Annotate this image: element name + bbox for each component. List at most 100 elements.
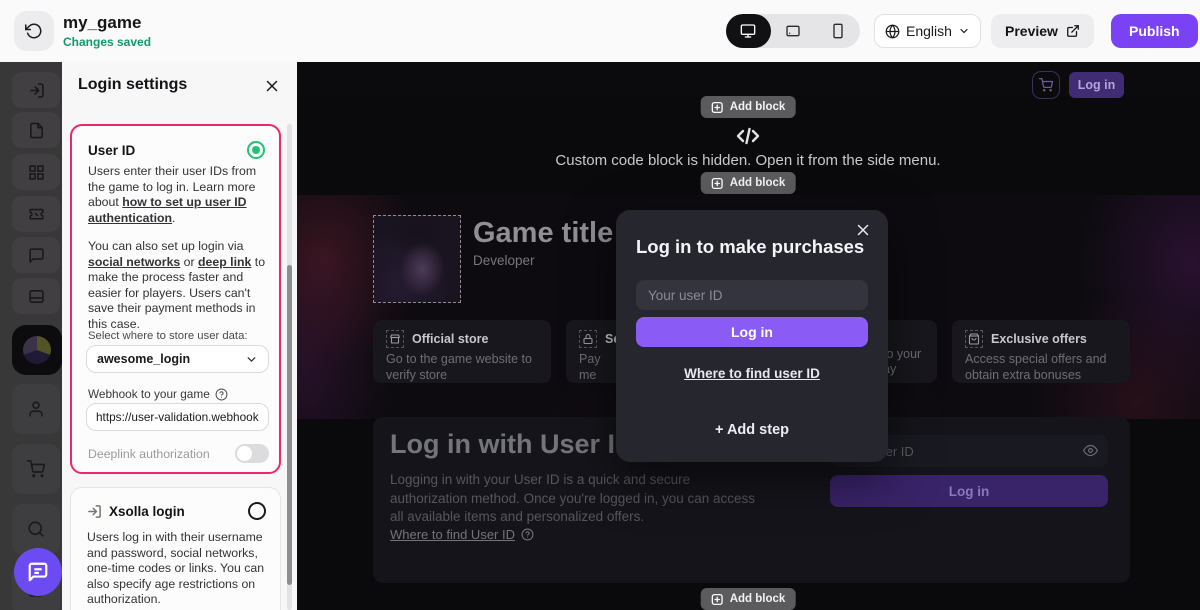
- store-data-select-value: awesome_login: [97, 352, 191, 366]
- section-title: Log in with User ID: [390, 429, 635, 459]
- sidebar-item-seo[interactable]: [12, 504, 60, 554]
- store-data-label: Select where to store user data:: [88, 330, 248, 342]
- grid-icon: [28, 164, 45, 181]
- cart-icon: [1039, 78, 1053, 92]
- login-to-purchase-modal: Log in to make purchases Log in Where to…: [616, 210, 888, 462]
- cart-icon: [27, 460, 45, 478]
- sidebar-item-store[interactable]: [12, 444, 60, 494]
- undo-button[interactable]: [14, 11, 54, 51]
- deeplink-toggle-off[interactable]: [235, 444, 269, 463]
- add-step-button[interactable]: + Add step: [616, 422, 888, 438]
- modal-title: Log in to make purchases: [636, 236, 865, 257]
- panel-close-button[interactable]: [263, 76, 283, 96]
- deep-link-link[interactable]: deep link: [198, 255, 251, 269]
- benefit-card-exclusive-offers[interactable]: Exclusive offers Access special offers a…: [952, 320, 1130, 383]
- sidebar-item-footer[interactable]: [12, 278, 60, 314]
- login-icon: [28, 82, 45, 99]
- mobile-icon: [830, 23, 846, 39]
- xsolla-login-option-card[interactable]: Xsolla login Users log in with their use…: [70, 487, 281, 610]
- sidebar-item-blocks[interactable]: [12, 154, 60, 190]
- benefit-card-official-store[interactable]: Official store Go to the game website to…: [373, 320, 551, 383]
- chevron-down-icon: [958, 25, 970, 37]
- language-label: English: [906, 23, 952, 39]
- xsolla-login-icon: [87, 504, 102, 519]
- xsolla-radio-unselected[interactable]: [248, 502, 266, 520]
- ticket-icon: [28, 206, 45, 223]
- user-id-option-card[interactable]: User ID Users enter their user IDs from …: [70, 124, 281, 474]
- modal-login-button[interactable]: Log in: [636, 317, 868, 347]
- deeplink-row: Deeplink authorization: [88, 444, 269, 463]
- preview-button[interactable]: Preview: [991, 14, 1094, 48]
- add-block-button-middle[interactable]: Add block: [700, 172, 796, 194]
- external-link-icon: [1066, 24, 1080, 38]
- chevron-down-icon: [245, 353, 258, 366]
- user-id-paragraph-1: Users enter their user IDs from the game…: [88, 164, 257, 225]
- game-logo-card[interactable]: [12, 325, 62, 375]
- card-title: Exclusive offers: [991, 332, 1087, 346]
- plus-square-icon: [711, 101, 724, 114]
- sidebar-item-feedback[interactable]: [12, 237, 60, 273]
- custom-code-message: Custom code block is hidden. Open it fro…: [555, 152, 941, 169]
- panel-scrollbar-track[interactable]: [287, 124, 292, 610]
- preview-label: Preview: [1005, 23, 1058, 39]
- sidebar-item-login[interactable]: [12, 72, 60, 108]
- game-logo-icon: [23, 336, 51, 364]
- store-icon: [386, 330, 404, 348]
- preview-cart-button[interactable]: [1032, 71, 1060, 99]
- social-networks-link[interactable]: social networks: [88, 255, 180, 269]
- card-title: Official store: [412, 332, 489, 346]
- globe-icon: [885, 23, 900, 39]
- preview-header-login-button[interactable]: Log in: [1069, 72, 1124, 98]
- plus-square-icon: [711, 177, 724, 190]
- publish-button[interactable]: Publish: [1111, 14, 1198, 48]
- modal-user-id-input[interactable]: [636, 280, 868, 310]
- game-logo-image[interactable]: [373, 215, 461, 303]
- device-preview-switcher: [726, 14, 860, 48]
- webhook-label-row: Webhook to your game: [88, 387, 228, 401]
- section-login-button[interactable]: Log in: [830, 475, 1108, 507]
- save-status: Changes saved: [63, 35, 152, 49]
- add-block-button-top[interactable]: Add block: [700, 96, 796, 118]
- card-description: Access special offers and obtain extra b…: [965, 352, 1107, 382]
- layout-icon: [28, 288, 45, 305]
- sidebar-item-pages[interactable]: [12, 112, 60, 148]
- webhook-label: Webhook to your game: [88, 387, 210, 401]
- app-window: my_game Changes saved English Preview Pu…: [0, 0, 1200, 610]
- search-icon: [27, 520, 45, 538]
- where-to-find-user-id-link[interactable]: Where to find user ID: [684, 366, 820, 381]
- panel-scrollbar-thumb[interactable]: [287, 265, 292, 585]
- help-icon[interactable]: [215, 388, 228, 401]
- support-chat-button[interactable]: [14, 548, 62, 596]
- desktop-icon: [740, 23, 756, 39]
- bag-icon: [965, 330, 983, 348]
- mobile-view-button[interactable]: [815, 14, 860, 48]
- help-icon: [521, 528, 534, 541]
- where-to-find-user-id-link[interactable]: Where to find User ID: [390, 527, 515, 542]
- project-title: my_game: [63, 13, 142, 32]
- close-icon: [263, 77, 283, 95]
- webhook-input[interactable]: [87, 404, 268, 430]
- code-icon: [736, 124, 760, 148]
- sidebar-item-promotions[interactable]: [12, 196, 60, 232]
- deeplink-label: Deeplink authorization: [88, 446, 210, 461]
- game-developer: Developer: [473, 253, 535, 268]
- site-preview: Log in Add block Custom code block is hi…: [297, 62, 1200, 610]
- publish-label: Publish: [1129, 23, 1180, 39]
- preview-site-header: Log in: [297, 62, 1200, 99]
- eye-icon[interactable]: [1083, 443, 1098, 458]
- desktop-view-button[interactable]: [726, 14, 771, 48]
- panel-title: Login settings: [78, 76, 188, 93]
- user-id-radio-selected[interactable]: [247, 141, 265, 159]
- chat-bubble-icon: [27, 561, 49, 583]
- store-data-select[interactable]: awesome_login: [86, 345, 269, 373]
- login-settings-panel: Login settings User ID Users enter their…: [62, 62, 297, 610]
- add-block-button-bottom[interactable]: Add block: [700, 588, 796, 610]
- game-title: Game title: [473, 217, 614, 249]
- tablet-view-button[interactable]: [771, 14, 816, 48]
- user-id-option-title: User ID: [88, 142, 136, 158]
- sidebar-item-account[interactable]: [12, 384, 60, 434]
- language-selector[interactable]: English: [874, 14, 981, 48]
- undo-icon: [25, 22, 43, 40]
- xsolla-description: Users log in with their username and pas…: [87, 530, 265, 607]
- card-description: Go to the game website to verify store: [386, 352, 532, 382]
